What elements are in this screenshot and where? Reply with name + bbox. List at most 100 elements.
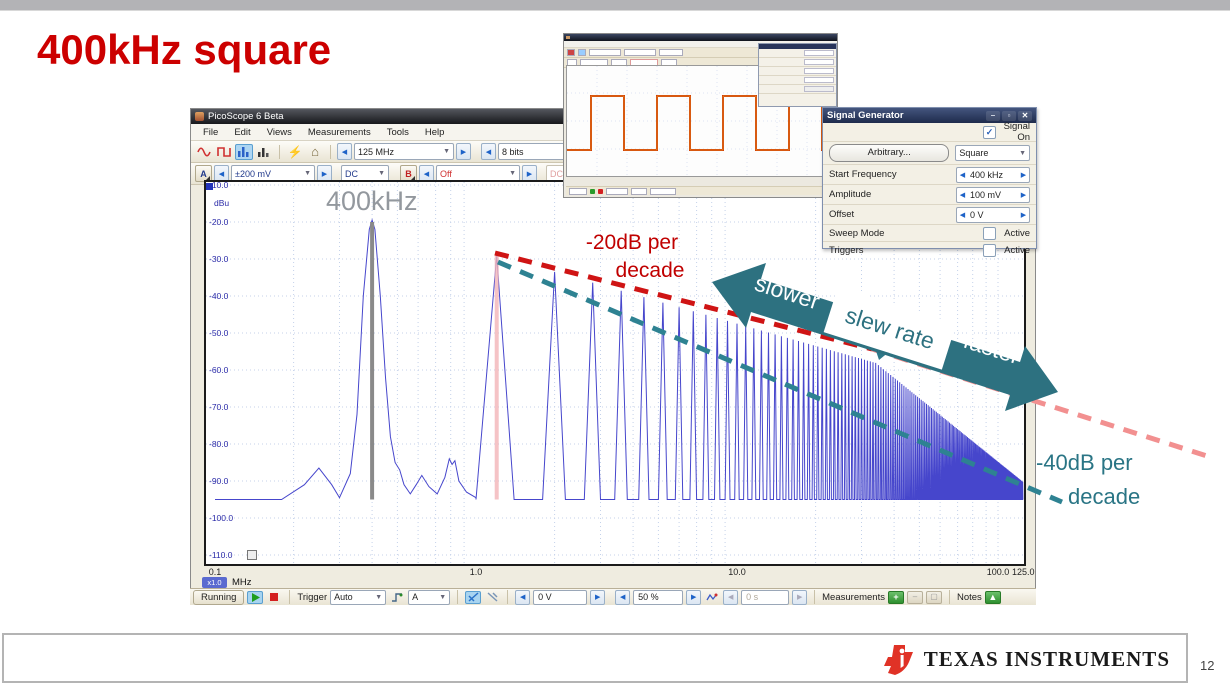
increase-arrow[interactable]: ▶ <box>1018 171 1029 179</box>
sweep-mode-label: Sweep Mode <box>829 227 885 239</box>
menu-file[interactable]: File <box>203 127 218 138</box>
triggers-label: Triggers <box>829 244 864 256</box>
trigger-level-increase[interactable]: ▶ <box>590 589 606 605</box>
notes-button[interactable]: ▲ <box>984 590 1001 604</box>
y-tick-label: -60.0 <box>209 365 229 375</box>
x-tick-label: 1.0 <box>469 567 483 577</box>
pretrigger-increase[interactable]: ▶ <box>686 589 702 605</box>
sine-wave-icon[interactable] <box>195 144 213 160</box>
menu-help[interactable]: Help <box>425 127 445 138</box>
waveform-select[interactable]: Square ▼ <box>955 145 1030 161</box>
sweep-active-label: Active <box>1004 227 1030 239</box>
decrease-arrow[interactable]: ◀ <box>957 191 968 199</box>
chevron-down-icon: ▼ <box>378 170 385 177</box>
window-title: PicoScope 6 Beta <box>208 111 284 122</box>
increase-arrow[interactable]: ▶ <box>1018 191 1029 199</box>
signal-on-checkbox[interactable]: ✓ <box>983 125 996 139</box>
timebase-select[interactable]: 125 MHz ▼ <box>354 143 454 160</box>
menu-tools[interactable]: Tools <box>387 127 409 138</box>
y-tick-label: -80.0 <box>209 439 229 449</box>
x-tick-label: 10.0 <box>728 567 746 577</box>
y-tick-label: -50.0 <box>209 328 229 338</box>
edit-measurement-button[interactable]: ▢ <box>925 590 942 604</box>
spectrum-mode-icon[interactable] <box>235 143 253 160</box>
measurements-label: Measurements <box>822 591 885 603</box>
falling-edge-button[interactable] <box>484 591 500 604</box>
trigger-source-select[interactable]: A ▼ <box>408 589 451 605</box>
chevron-down-icon: ▼ <box>375 593 383 601</box>
pretrigger-field[interactable]: 50 % <box>633 589 684 605</box>
menu-views[interactable]: Views <box>267 127 292 138</box>
offset-row: Offset ◀ 0 V ▶ <box>823 204 1036 224</box>
remove-measurement-button[interactable]: – <box>906 590 923 604</box>
signal-on-row: ✓ Signal On <box>823 121 1036 143</box>
chevron-down-icon: ▼ <box>509 170 516 177</box>
start-frequency-label: Start Frequency <box>829 169 897 180</box>
decrease-arrow[interactable]: ◀ <box>957 211 968 219</box>
ti-bug-icon <box>883 645 913 675</box>
triggers-checkbox[interactable] <box>983 243 996 257</box>
y-tick-label: -70.0 <box>209 402 229 412</box>
slope-20db-label-line2: decade <box>615 259 685 282</box>
decrease-arrow[interactable]: ◀ <box>957 171 968 179</box>
slope-40db-label-line1: -40dB per <box>1036 450 1133 475</box>
inset-scope-screenshot <box>563 33 838 198</box>
rising-edge-button[interactable] <box>465 590 482 604</box>
slide-top-strip <box>0 0 1230 11</box>
y-tick-label: -110.0 <box>209 550 233 560</box>
running-button[interactable]: Running <box>193 589 245 605</box>
minimize-icon[interactable]: – <box>986 110 1000 121</box>
slide-title: 400kHz square <box>37 26 332 73</box>
delay-decrease[interactable]: ◀ <box>723 589 739 605</box>
ti-wordmark: TEXAS INSTRUMENTS <box>923 646 1170 671</box>
y-tick-label: -30.0 <box>209 254 229 264</box>
toolbar-separator <box>279 144 280 159</box>
square-wave-icon[interactable] <box>215 144 233 160</box>
delay-field[interactable]: 0 s <box>741 589 790 605</box>
resolution-decrease-arrow[interactable]: ◀ <box>481 143 496 160</box>
chevron-down-icon: ▼ <box>304 170 311 177</box>
marker-zigzag-icon[interactable] <box>704 591 720 604</box>
inset-signal-generator <box>758 43 837 107</box>
y-tick-label: -20.0 <box>209 217 229 227</box>
y-axis-unit: dBu <box>214 198 230 208</box>
x-axis-unit: MHz <box>232 577 252 588</box>
stop-capture-button[interactable] <box>266 591 282 604</box>
offset-stepper[interactable]: ◀ 0 V ▶ <box>956 206 1030 223</box>
persistence-mode-icon[interactable] <box>255 144 273 160</box>
amplitude-row: Amplitude ◀ 100 mV ▶ <box>823 184 1036 204</box>
timebase-increase-arrow[interactable]: ▶ <box>456 143 471 160</box>
trigger-label: Trigger <box>297 591 328 603</box>
slope-40db-label-line2: decade <box>1068 484 1141 509</box>
slope-20db-label-line1: -20dB per <box>585 231 679 254</box>
trigger-marker-icon[interactable] <box>389 591 405 604</box>
page-number: 12 <box>1200 658 1215 673</box>
timebase-decrease-arrow[interactable]: ◀ <box>337 143 352 160</box>
close-icon[interactable]: ✕ <box>1018 110 1032 121</box>
toolbar-separator <box>330 144 331 159</box>
delay-increase[interactable]: ▶ <box>792 589 808 605</box>
arbitrary-button[interactable]: Arbitrary... <box>829 144 950 162</box>
signal-generator-panel: Signal Generator – ▫ ✕ ✓ Signal On Arbit… <box>822 107 1037 257</box>
channel-a-scale-marker <box>206 183 213 190</box>
probe-icon[interactable]: ⚡ <box>286 144 304 160</box>
sweep-mode-checkbox[interactable] <box>983 226 996 240</box>
start-frequency-stepper[interactable]: ◀ 400 kHz ▶ <box>956 166 1030 183</box>
ti-logo: TEXAS INSTRUMENTS <box>882 643 1170 675</box>
start-capture-button[interactable] <box>247 590 264 604</box>
trigger-level-decrease[interactable]: ◀ <box>515 589 531 605</box>
trigger-level-field[interactable]: 0 V <box>533 589 588 605</box>
home-icon[interactable]: ⌂ <box>306 144 324 160</box>
add-measurement-button[interactable]: + <box>887 590 904 604</box>
app-icon <box>195 112 204 121</box>
increase-arrow[interactable]: ▶ <box>1018 211 1029 219</box>
menu-edit[interactable]: Edit <box>234 127 250 138</box>
amplitude-stepper[interactable]: ◀ 100 mV ▶ <box>956 186 1030 203</box>
y-tick-label: -90.0 <box>209 476 229 486</box>
menu-measurements[interactable]: Measurements <box>308 127 371 138</box>
maximize-icon[interactable]: ▫ <box>1002 110 1016 121</box>
pretrigger-decrease[interactable]: ◀ <box>615 589 631 605</box>
trigger-mode-select[interactable]: Auto ▼ <box>330 589 387 605</box>
signal-generator-title: Signal Generator <box>827 110 904 121</box>
chevron-down-icon: ▼ <box>439 593 447 601</box>
